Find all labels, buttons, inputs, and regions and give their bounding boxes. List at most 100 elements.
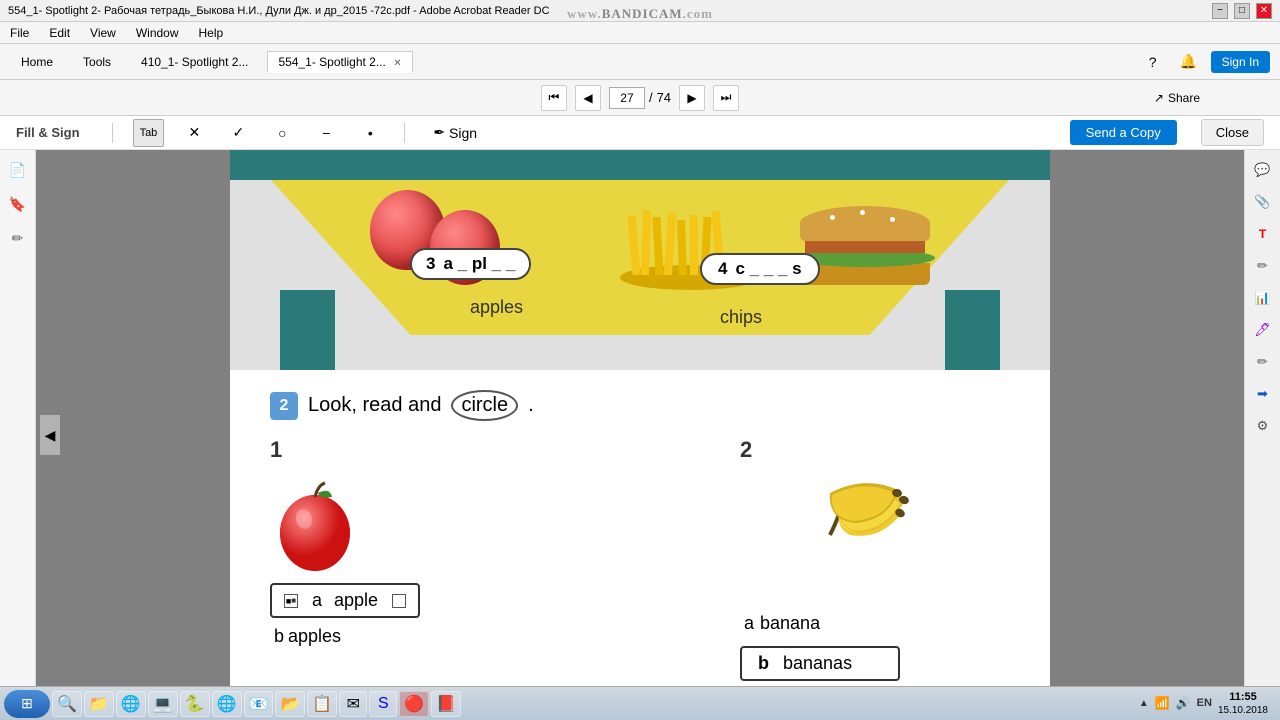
- fillsign-label: Fill & Sign: [16, 125, 80, 140]
- right-pen-icon[interactable]: 🖊: [1251, 318, 1275, 342]
- minimize-button[interactable]: −: [1212, 3, 1228, 19]
- time-display: 11:55: [1218, 690, 1268, 704]
- next-page-button[interactable]: ▶: [679, 85, 705, 111]
- items-grid: 1: [270, 437, 1010, 681]
- taskbar-skype[interactable]: S: [369, 691, 397, 717]
- taskbar-messenger[interactable]: ✉: [339, 691, 367, 717]
- tab1-button[interactable]: 410_1- Spotlight 2...: [130, 51, 259, 73]
- close-tool-button[interactable]: ✕: [180, 119, 208, 147]
- sign-pen-icon: ✒: [433, 124, 445, 141]
- taskbar-folder[interactable]: 📂: [275, 691, 305, 717]
- tray-volume-icon[interactable]: 🔊: [1176, 696, 1191, 710]
- apple-svg: [270, 475, 360, 575]
- share-button[interactable]: ↗ Share: [1154, 91, 1200, 105]
- right-comments-icon[interactable]: 💬: [1251, 158, 1275, 182]
- seed3: [890, 217, 895, 222]
- close-window-button[interactable]: ✕: [1256, 3, 1272, 19]
- titlebar: 554_1- Spotlight 2- Рабочая тетрадь_Быко…: [0, 0, 1280, 22]
- taskbar-explorer[interactable]: 📁: [84, 691, 114, 717]
- send-copy-button[interactable]: Send a Copy: [1070, 120, 1177, 145]
- taskbar-notepad[interactable]: 📋: [307, 691, 337, 717]
- taskbar-ie[interactable]: 🌐: [116, 691, 146, 717]
- tab-tool-button[interactable]: Tab: [133, 119, 165, 147]
- word-box-4: 4 c _ _ _ s: [700, 253, 820, 285]
- taskbar-ide[interactable]: 🐍: [180, 691, 210, 717]
- right-eraser-icon[interactable]: ✏: [1251, 350, 1275, 374]
- table-leg-right: [945, 290, 1000, 370]
- first-page-button[interactable]: ⏮: [541, 85, 567, 111]
- taskbar-search[interactable]: 🔍: [52, 691, 82, 717]
- fry6: [690, 215, 698, 275]
- taskbar-tray: ▲ 📶 🔊 EN 11:55 15.10.2018: [1131, 690, 1276, 717]
- word-box-3: 3 a _ pl _ _: [410, 248, 531, 280]
- notifications-button[interactable]: 🔔: [1175, 48, 1203, 76]
- maximize-button[interactable]: □: [1234, 3, 1250, 19]
- taskbar-app1[interactable]: 💻: [148, 691, 178, 717]
- fillsign-toolbar: Fill & Sign Tab ✕ ✓ ○ − • ✒ Sign Send a …: [0, 116, 1280, 150]
- pdf-page: 3 a _ pl _ _ 4 c _ _ _ s apples chips 2 …: [230, 150, 1050, 720]
- table-top-bar: [230, 150, 1050, 180]
- sign-button[interactable]: ✒ Sign: [425, 119, 485, 147]
- nav-toolbar: ⏮ ◀ / 74 ▶ ⏭ ↗ Share: [0, 80, 1280, 116]
- item-col-2: 2: [740, 437, 1010, 681]
- titlebar-controls: − □ ✕: [1212, 3, 1272, 19]
- choice-2a[interactable]: a banana: [744, 613, 820, 634]
- tray-network-icon[interactable]: 📶: [1155, 696, 1170, 710]
- last-page-button[interactable]: ⏭: [713, 85, 739, 111]
- section-2: 2 Look, read and circle . 1: [230, 380, 1050, 720]
- choice-2b-box[interactable]: b bananas: [740, 646, 900, 681]
- menu-view[interactable]: View: [86, 24, 120, 42]
- fry3: [652, 217, 663, 275]
- tray-expand-icon[interactable]: ▲: [1139, 698, 1149, 709]
- home-button[interactable]: Home: [10, 51, 64, 73]
- sidebar-pages-icon[interactable]: 📄: [6, 158, 30, 182]
- right-sidebar: 💬 📎 T ✏ 📊 🖊 ✏ ➡ ⚙: [1244, 150, 1280, 720]
- item2-number: 2: [740, 437, 752, 463]
- word-box-3-number: 3: [426, 254, 435, 274]
- choice-1b[interactable]: b apples: [274, 626, 341, 647]
- tray-lang[interactable]: EN: [1197, 697, 1212, 709]
- taskbar-acrobat[interactable]: 🔴: [399, 691, 429, 717]
- menu-window[interactable]: Window: [132, 24, 183, 42]
- tab2-close-icon[interactable]: ✕: [393, 58, 401, 69]
- sidebar-tools-icon[interactable]: ✏: [6, 226, 30, 250]
- fry5: [677, 220, 687, 275]
- taskbar-browser[interactable]: 🌐: [212, 691, 242, 717]
- right-strikethrough-icon[interactable]: 📊: [1251, 286, 1275, 310]
- right-settings-icon[interactable]: ⚙: [1251, 414, 1275, 438]
- choice-1b-word: apples: [288, 626, 341, 647]
- prev-page-button[interactable]: ◀: [575, 85, 601, 111]
- sign-label: Sign: [449, 125, 477, 141]
- left-scroll-arrow[interactable]: ◀: [40, 415, 60, 455]
- choice-1a-word: apple: [334, 590, 378, 611]
- page-input[interactable]: [609, 87, 645, 109]
- dot-tool-button[interactable]: •: [356, 119, 384, 147]
- section-2-circle-word: circle: [451, 390, 518, 421]
- tools-button[interactable]: Tools: [72, 51, 122, 73]
- right-stamp-icon[interactable]: ➡: [1251, 382, 1275, 406]
- menu-edit[interactable]: Edit: [45, 24, 74, 42]
- right-underline-icon[interactable]: ✏: [1251, 254, 1275, 278]
- menu-file[interactable]: File: [6, 24, 33, 42]
- sidebar-bookmarks-icon[interactable]: 🔖: [6, 192, 30, 216]
- circle-tool-button[interactable]: ○: [268, 119, 296, 147]
- menu-help[interactable]: Help: [195, 24, 228, 42]
- right-highlight-icon[interactable]: T: [1251, 222, 1275, 246]
- tab2-active[interactable]: 554_1- Spotlight 2... ✕: [267, 51, 412, 73]
- choice-1b-letter: b: [274, 626, 284, 647]
- check-tool-button[interactable]: ✓: [224, 119, 252, 147]
- seed2: [860, 210, 865, 215]
- dash-tool-button[interactable]: −: [312, 119, 340, 147]
- choice-1a-letter: a: [312, 590, 322, 611]
- taskbar: ⊞ 🔍 📁 🌐 💻 🐍 🌐 📧 📂 📋 ✉ S 🔴 📕 ▲ 📶 🔊 EN 11:…: [0, 686, 1280, 720]
- taskbar-mail[interactable]: 📧: [244, 691, 274, 717]
- table-leg-left: [280, 290, 335, 370]
- signin-button[interactable]: Sign In: [1211, 51, 1270, 73]
- help-button[interactable]: ?: [1139, 48, 1167, 76]
- right-attach-icon[interactable]: 📎: [1251, 190, 1275, 214]
- choice-1a-box[interactable]: ■ a apple: [270, 583, 420, 618]
- taskbar-pdf[interactable]: 📕: [431, 691, 461, 717]
- word-box-4-pattern: c _ _ _ s: [735, 259, 801, 279]
- start-button[interactable]: ⊞: [4, 690, 50, 718]
- close-fillsign-button[interactable]: Close: [1201, 119, 1264, 146]
